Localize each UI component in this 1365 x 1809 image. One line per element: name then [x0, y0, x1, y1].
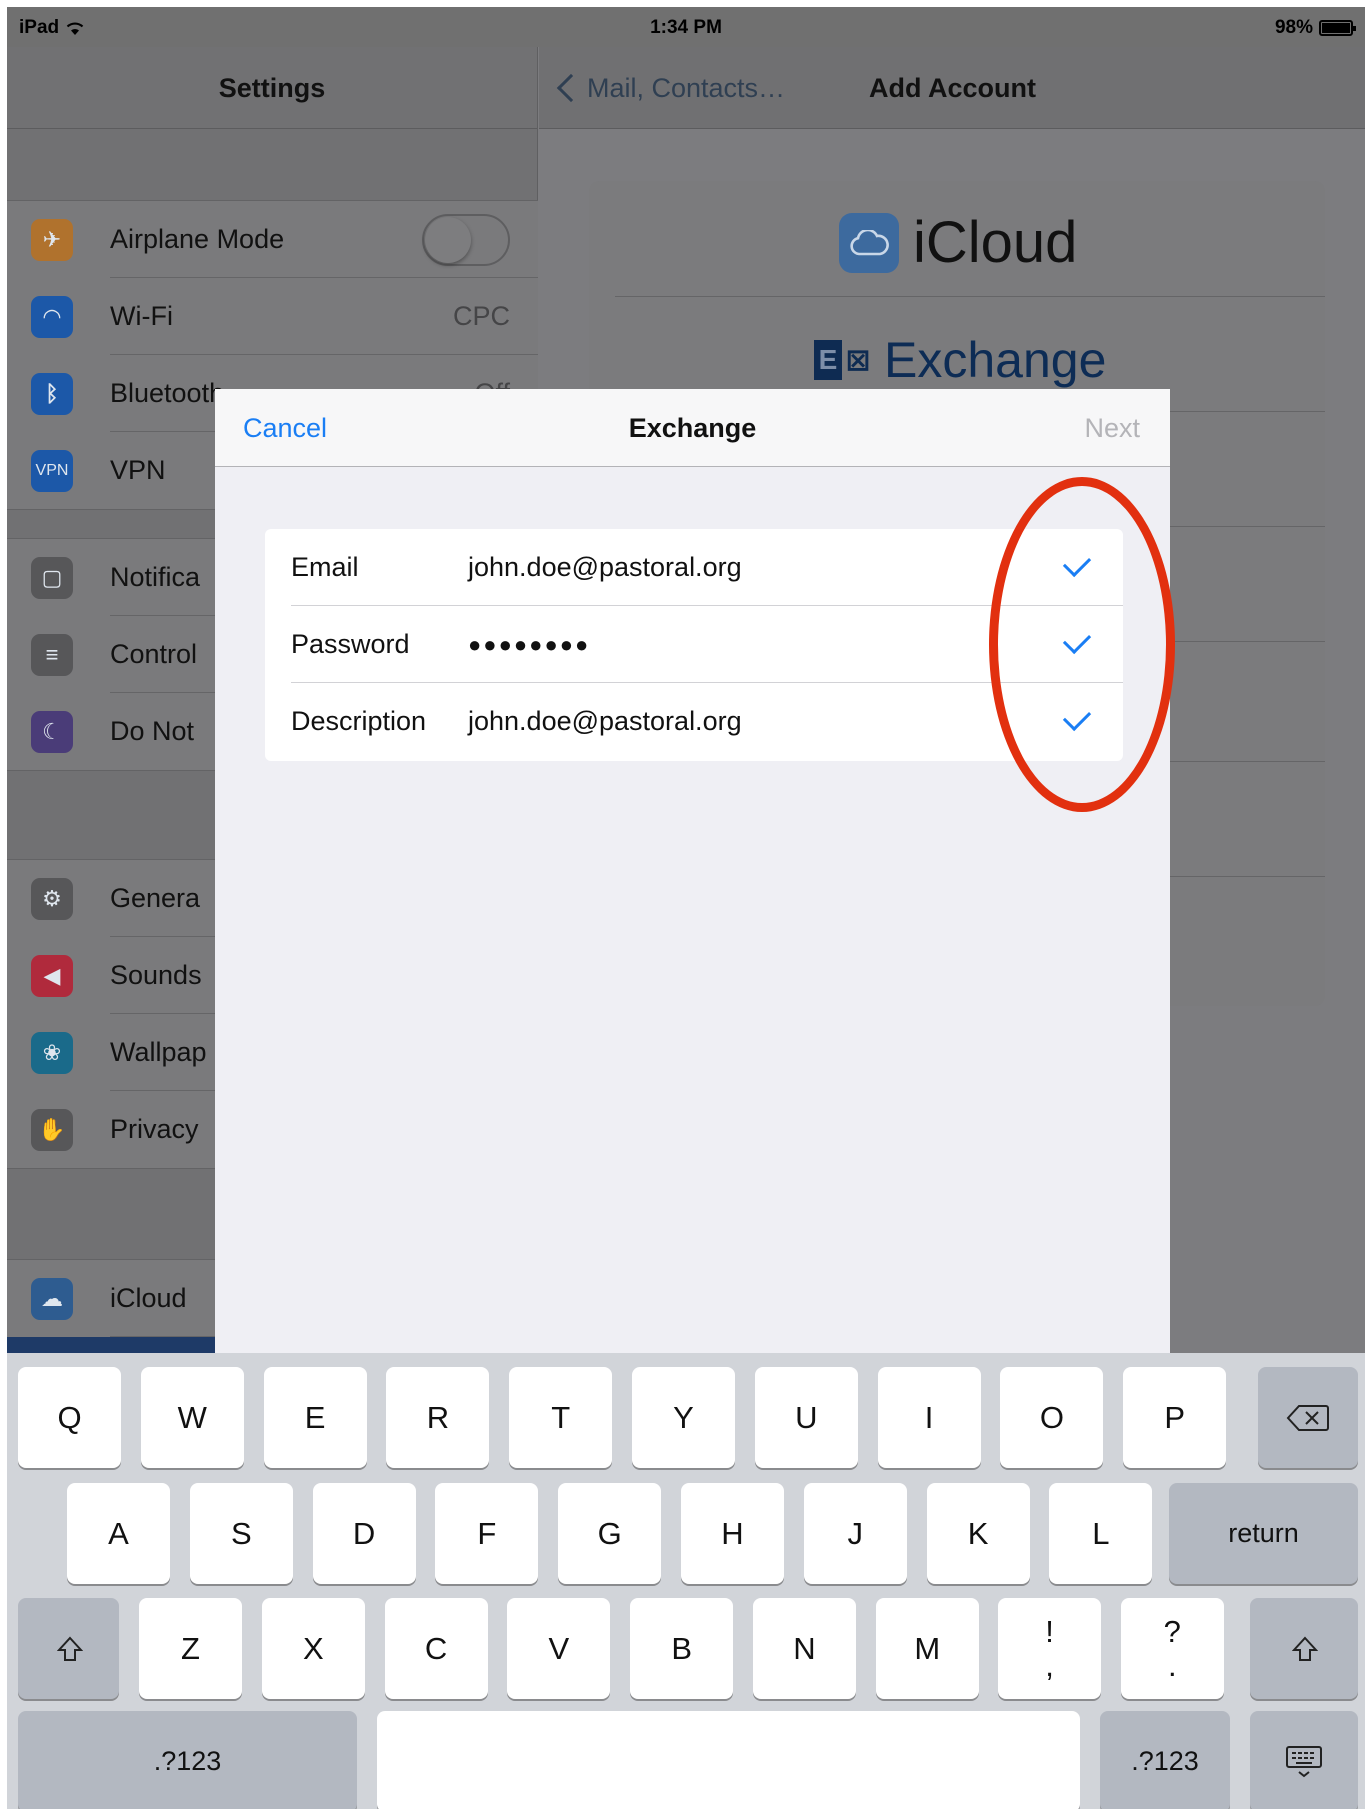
key-e[interactable]: E — [263, 1367, 367, 1468]
annotation-ellipse — [989, 477, 1175, 812]
settings-item-label: Wallpap — [110, 1037, 207, 1067]
key-j[interactable]: J — [803, 1483, 907, 1584]
key-n[interactable]: N — [753, 1598, 856, 1699]
settings-item-label: iCloud — [110, 1283, 187, 1313]
battery-icon — [1319, 20, 1356, 36]
settings-item-label: Airplane Mode — [110, 224, 285, 254]
settings-item-label: Privacy — [110, 1114, 199, 1144]
shift-key-right[interactable] — [1250, 1598, 1358, 1699]
password-field[interactable]: ●●●●●●●● — [468, 632, 590, 658]
gear-icon: ⚙ — [31, 877, 73, 920]
key-f[interactable]: F — [435, 1483, 539, 1584]
settings-item-label: Notifica — [110, 562, 201, 592]
status-bar: iPad 1:34 PM 98% — [7, 7, 1365, 47]
shift-icon — [1292, 1636, 1318, 1662]
key-k[interactable]: K — [926, 1483, 1030, 1584]
settings-item-label: Do Not — [110, 716, 195, 746]
numbers-key-left[interactable]: .?123 — [18, 1711, 357, 1809]
detail-title: Add Account — [869, 73, 1036, 103]
settings-item-label: Wi-Fi — [110, 301, 173, 331]
backspace-icon — [1286, 1404, 1330, 1432]
clock: 1:34 PM — [650, 17, 722, 38]
key-g[interactable]: G — [558, 1483, 662, 1584]
shift-icon — [56, 1636, 83, 1662]
vpn-icon: VPN — [31, 449, 73, 492]
description-label: Description — [291, 706, 427, 736]
key-z[interactable]: Z — [139, 1598, 242, 1699]
key-x[interactable]: X — [261, 1598, 365, 1699]
provider-icloud-label: iCloud — [913, 210, 1078, 275]
key-u[interactable]: U — [754, 1367, 858, 1468]
exchange-icon: E ⊠ — [814, 340, 874, 380]
control-center-icon: ≡ — [31, 633, 73, 676]
key-b[interactable]: B — [630, 1598, 734, 1699]
settings-item-label: Genera — [110, 883, 201, 913]
key-c[interactable]: C — [384, 1598, 488, 1699]
back-button[interactable]: Mail, Contacts… — [553, 47, 785, 129]
email-label: Email — [291, 552, 359, 582]
provider-exchange[interactable]: E ⊠ Exchange — [814, 331, 1106, 389]
moon-icon: ☾ — [31, 710, 73, 753]
numbers-key-right[interactable]: .?123 — [1100, 1711, 1230, 1809]
settings-title: Settings — [7, 47, 537, 129]
key-punct[interactable]: ?. — [1120, 1598, 1224, 1699]
airplane-icon: ✈ — [31, 218, 73, 261]
bluetooth-icon: ᛒ — [31, 372, 73, 415]
settings-item[interactable]: ◠ Wi-Fi CPC — [7, 278, 538, 355]
settings-item-value: CPC — [452, 301, 510, 331]
detail-nav-bar: Mail, Contacts… Add Account — [539, 47, 1365, 129]
key-s[interactable]: S — [189, 1483, 293, 1584]
provider-exchange-label: Exchange — [884, 332, 1107, 388]
modal-title: Exchange — [628, 413, 757, 443]
settings-item-label: Bluetooth — [110, 378, 225, 408]
key-d[interactable]: D — [312, 1483, 416, 1584]
key-t[interactable]: T — [509, 1367, 613, 1468]
divider — [615, 296, 1325, 297]
key-l[interactable]: L — [1049, 1483, 1153, 1584]
key-a[interactable]: A — [67, 1483, 170, 1584]
settings-item-label: Control — [110, 639, 198, 669]
return-key[interactable]: return — [1169, 1483, 1358, 1584]
battery: 98% — [1274, 17, 1356, 39]
key-y[interactable]: Y — [632, 1367, 735, 1468]
notification-center-icon: ▢ — [31, 556, 73, 599]
flower-icon: ❀ — [31, 1031, 73, 1074]
settings-item[interactable]: ✈ Airplane Mode — [7, 201, 538, 278]
description-field[interactable]: john.doe@pastoral.org — [468, 706, 742, 737]
key-w[interactable]: W — [140, 1367, 244, 1468]
battery-percent: 98% — [1274, 17, 1313, 38]
icloud-icon — [839, 212, 899, 273]
modal-nav-bar: Cancel Exchange Next — [215, 389, 1170, 467]
hide-keyboard-key[interactable] — [1250, 1711, 1358, 1809]
settings-item-label: VPN — [110, 455, 166, 485]
password-label: Password — [291, 629, 410, 659]
speaker-icon: ◀ — [31, 954, 73, 997]
key-punct[interactable]: !, — [998, 1598, 1101, 1699]
shift-key-left[interactable] — [18, 1598, 119, 1699]
key-q[interactable]: Q — [18, 1367, 121, 1468]
next-button[interactable]: Next — [1084, 389, 1140, 467]
key-p[interactable]: P — [1123, 1367, 1227, 1468]
airplane-mode-toggle[interactable] — [422, 213, 510, 266]
key-m[interactable]: M — [875, 1598, 979, 1699]
keyboard-hide-icon — [1284, 1745, 1324, 1779]
delete-key[interactable] — [1258, 1367, 1358, 1468]
key-i[interactable]: I — [877, 1367, 981, 1468]
provider-icloud[interactable]: iCloud — [839, 209, 1077, 276]
key-v[interactable]: V — [507, 1598, 611, 1699]
keyboard: Q W E R T Y U I O P A S D F G H J K Lreturn Z X C V B N M!,?. .?12… — [7, 1353, 1365, 1809]
chevron-left-icon — [556, 73, 586, 103]
key-o[interactable]: O — [1000, 1367, 1104, 1468]
email-field[interactable]: john.doe@pastoral.org — [468, 552, 742, 583]
cloud-icon: ☁ — [31, 1277, 73, 1320]
ipad-screen: iPad 1:34 PM 98% Settings ✈ Airplane Mode… — [7, 7, 1365, 1809]
back-label: Mail, Contacts… — [587, 72, 786, 103]
key-h[interactable]: H — [681, 1483, 784, 1584]
settings-item-label: Sounds — [110, 960, 202, 990]
space-key[interactable] — [377, 1711, 1080, 1809]
key-r[interactable]: R — [386, 1367, 490, 1468]
wifi-icon: ◠ — [31, 295, 73, 338]
hand-icon: ✋ — [31, 1108, 73, 1151]
